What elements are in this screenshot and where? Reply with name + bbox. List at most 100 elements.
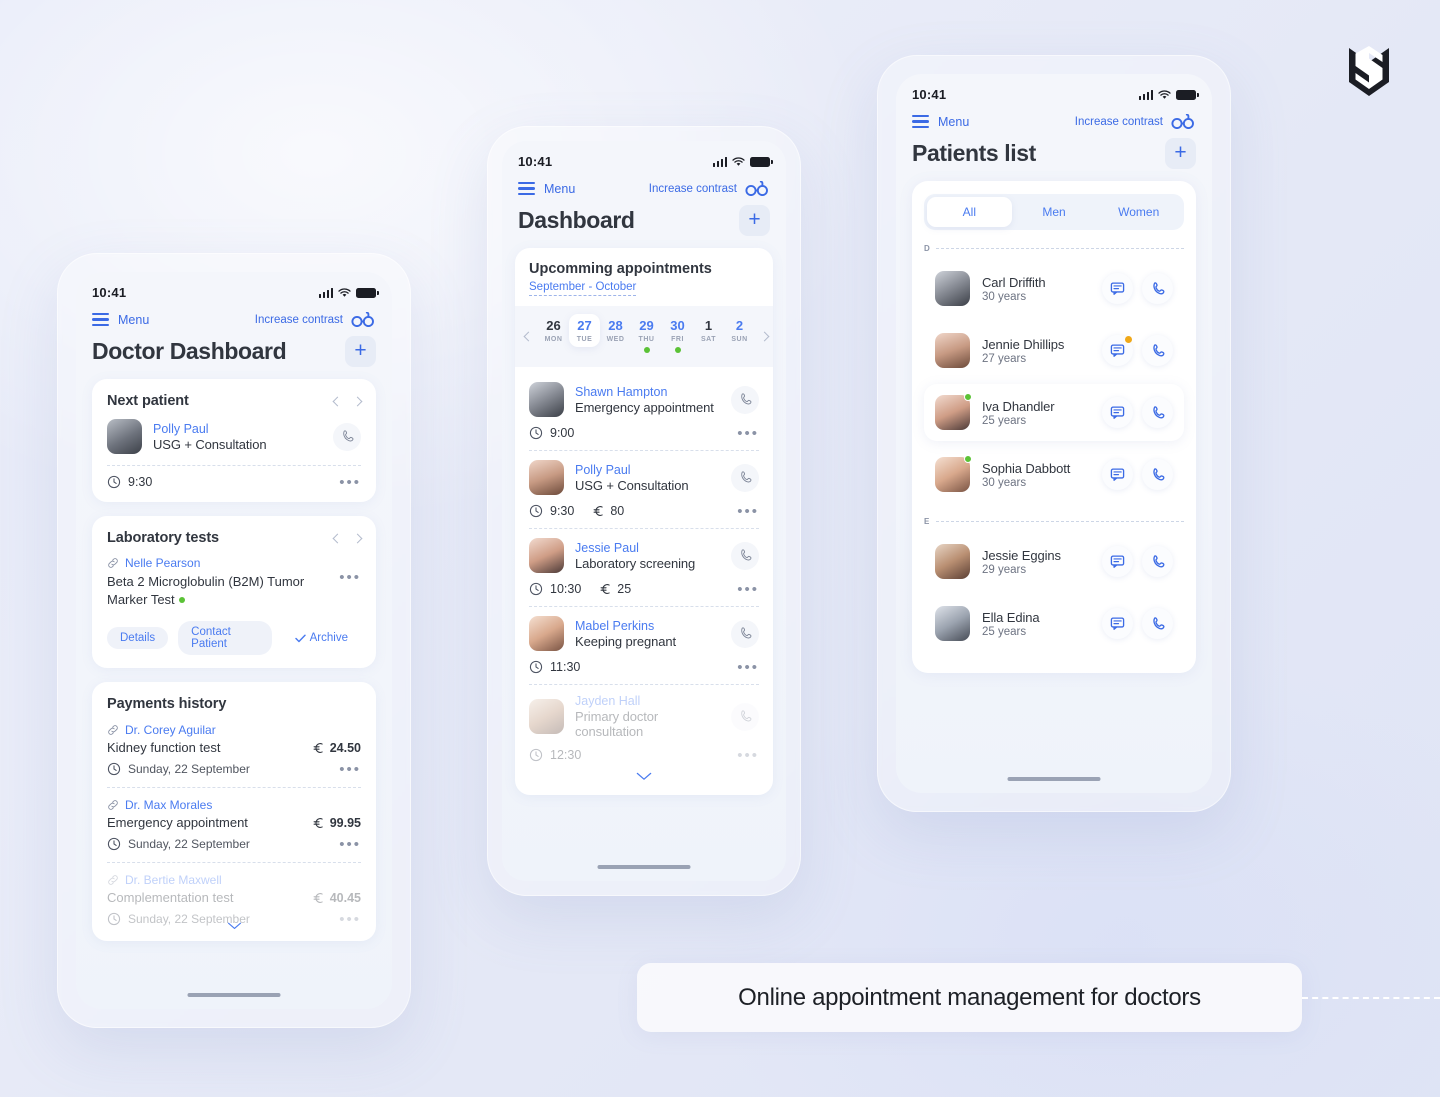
patient-name[interactable]: Jayden Hall — [575, 694, 720, 708]
contact-patient-button[interactable]: Contact Patient — [178, 621, 272, 656]
call-button[interactable] — [1142, 459, 1173, 490]
call-button[interactable] — [1142, 546, 1173, 577]
call-button[interactable] — [1142, 397, 1173, 428]
call-button[interactable] — [1142, 273, 1173, 304]
payment-doctor-name[interactable]: Dr. Bertie Maxwell — [125, 873, 222, 887]
filter-tab-women[interactable]: Women — [1096, 197, 1181, 227]
patient-row[interactable]: Jayden Hall Primary doctor consultation — [529, 694, 759, 739]
patient-row[interactable]: Jessie Paul Laboratory screening — [529, 538, 759, 574]
more-options-button[interactable]: ••• — [339, 475, 361, 490]
patient-list-item[interactable]: Carl Driffith 30 years — [924, 260, 1184, 317]
menu-button[interactable]: Menu — [912, 115, 969, 129]
appointment-item[interactable]: Mabel Perkins Keeping pregnant 11:30 ••• — [529, 607, 759, 686]
hamburger-icon[interactable] — [92, 312, 109, 327]
patient-name[interactable]: Polly Paul — [153, 422, 266, 436]
patient-name[interactable]: Shawn Hampton — [575, 385, 714, 399]
call-button[interactable] — [1142, 335, 1173, 366]
payment-item[interactable]: Dr. Bertie Maxwell Complementation test … — [107, 873, 361, 927]
patient-list-item[interactable]: Ella Edina 25 years — [924, 595, 1184, 652]
menu-button[interactable]: Menu — [92, 313, 149, 327]
patient-row[interactable]: Polly Paul USG + Consultation — [529, 460, 759, 496]
message-button[interactable] — [1102, 335, 1133, 366]
details-button[interactable]: Details — [107, 627, 169, 650]
calendar-day[interactable]: 29 THU — [631, 314, 662, 357]
more-options-button[interactable]: ••• — [737, 582, 759, 597]
message-button[interactable] — [1102, 273, 1133, 304]
patient-list-item[interactable]: Sophia Dabbott 30 years — [924, 446, 1184, 503]
patient-list-item[interactable]: Jennie Dhillips 27 years — [924, 322, 1184, 379]
increase-contrast-button[interactable]: Increase contrast — [255, 312, 376, 327]
lab-doctor-name[interactable]: Nelle Pearson — [125, 556, 200, 570]
more-options-button[interactable]: ••• — [339, 570, 361, 585]
more-options-button[interactable]: ••• — [737, 660, 759, 675]
message-button[interactable] — [1102, 608, 1133, 639]
chevron-right-icon[interactable] — [352, 396, 363, 406]
payment-doctor-name[interactable]: Dr. Max Morales — [125, 798, 212, 812]
menu-button[interactable]: Menu — [518, 182, 575, 196]
calendar-next-button[interactable] — [757, 327, 772, 345]
increase-contrast-button[interactable]: Increase contrast — [649, 181, 770, 196]
call-button[interactable] — [333, 422, 361, 451]
more-options-button[interactable]: ••• — [339, 837, 361, 852]
appointment-item[interactable]: Shawn Hampton Emergency appointment 9:00… — [529, 373, 759, 452]
hamburger-icon[interactable] — [912, 114, 929, 129]
more-options-button[interactable]: ••• — [737, 504, 759, 519]
payment-doctor-name[interactable]: Dr. Corey Aguilar — [125, 723, 216, 737]
patient-name[interactable]: Polly Paul — [575, 463, 688, 477]
calendar-day[interactable]: 1 SAT — [693, 314, 724, 347]
payment-doctor-row[interactable]: Dr. Bertie Maxwell — [107, 873, 361, 887]
payment-doctor-row[interactable]: Dr. Corey Aguilar — [107, 723, 361, 737]
calendar-day[interactable]: 27 TUE — [569, 314, 600, 348]
payment-doctor-row[interactable]: Dr. Max Morales — [107, 798, 361, 812]
patient-row[interactable]: Mabel Perkins Keeping pregnant — [529, 616, 759, 652]
more-options-button[interactable]: ••• — [737, 748, 759, 763]
add-button[interactable]: + — [1165, 138, 1196, 169]
call-button[interactable] — [731, 619, 759, 648]
payment-item[interactable]: Dr. Corey Aguilar Kidney function test 2… — [107, 723, 361, 789]
calendar-day[interactable]: 26 MON — [538, 314, 569, 347]
chevron-left-icon[interactable] — [332, 533, 343, 543]
hamburger-icon[interactable] — [518, 181, 535, 196]
carousel-arrows[interactable] — [332, 396, 363, 406]
call-button[interactable] — [731, 385, 759, 414]
call-button[interactable] — [731, 463, 759, 492]
patient-list-item[interactable]: Jessie Eggins 29 years — [924, 533, 1184, 590]
patient-list-item[interactable]: Iva Dhandler 25 years — [924, 384, 1184, 441]
calendar-day[interactable]: 2 SUN — [724, 314, 755, 347]
call-button[interactable] — [731, 541, 759, 570]
calendar-day[interactable]: 28 WED — [600, 314, 631, 347]
patient-row[interactable]: Polly Paul USG + Consultation — [107, 419, 361, 454]
filter-tab-all[interactable]: All — [927, 197, 1012, 227]
caption-banner: Online appointment management for doctor… — [637, 963, 1302, 1032]
chevron-right-icon[interactable] — [352, 533, 363, 543]
scroll-down-button[interactable] — [515, 764, 773, 795]
archive-button[interactable]: Archive — [282, 627, 361, 649]
increase-contrast-button[interactable]: Increase contrast — [1075, 114, 1196, 129]
more-options-button[interactable]: ••• — [737, 426, 759, 441]
payments-list: Dr. Corey Aguilar Kidney function test 2… — [107, 723, 361, 935]
message-button[interactable] — [1102, 546, 1133, 577]
more-options-button[interactable]: ••• — [339, 912, 361, 927]
filter-tab-men[interactable]: Men — [1012, 197, 1097, 227]
call-button[interactable] — [1142, 608, 1173, 639]
appointment-item[interactable]: Polly Paul USG + Consultation 9:30 80 ••… — [529, 451, 759, 530]
appointment-item[interactable]: Jayden Hall Primary doctor consultation … — [529, 685, 759, 763]
add-button[interactable]: + — [345, 336, 376, 367]
patient-name[interactable]: Mabel Perkins — [575, 619, 676, 633]
appointments-date-range[interactable]: September - October — [529, 281, 637, 296]
calendar-day[interactable]: 30 FRI — [662, 314, 693, 357]
add-button[interactable]: + — [739, 205, 770, 236]
carousel-arrows[interactable] — [332, 533, 363, 543]
calendar-prev-button[interactable] — [521, 327, 536, 345]
appointment-item[interactable]: Jessie Paul Laboratory screening 10:30 2… — [529, 529, 759, 608]
doctor-link-row[interactable]: Nelle Pearson — [107, 556, 361, 570]
message-button[interactable] — [1102, 397, 1133, 428]
chevron-left-icon[interactable] — [332, 396, 343, 406]
patient-row[interactable]: Shawn Hampton Emergency appointment — [529, 382, 759, 418]
message-button[interactable] — [1102, 459, 1133, 490]
patient-name[interactable]: Jessie Paul — [575, 541, 695, 555]
more-options-button[interactable]: ••• — [339, 762, 361, 777]
call-button[interactable] — [731, 702, 759, 731]
calendar-day-number: 30 — [670, 318, 685, 333]
payment-item[interactable]: Dr. Max Morales Emergency appointment 99… — [107, 798, 361, 864]
